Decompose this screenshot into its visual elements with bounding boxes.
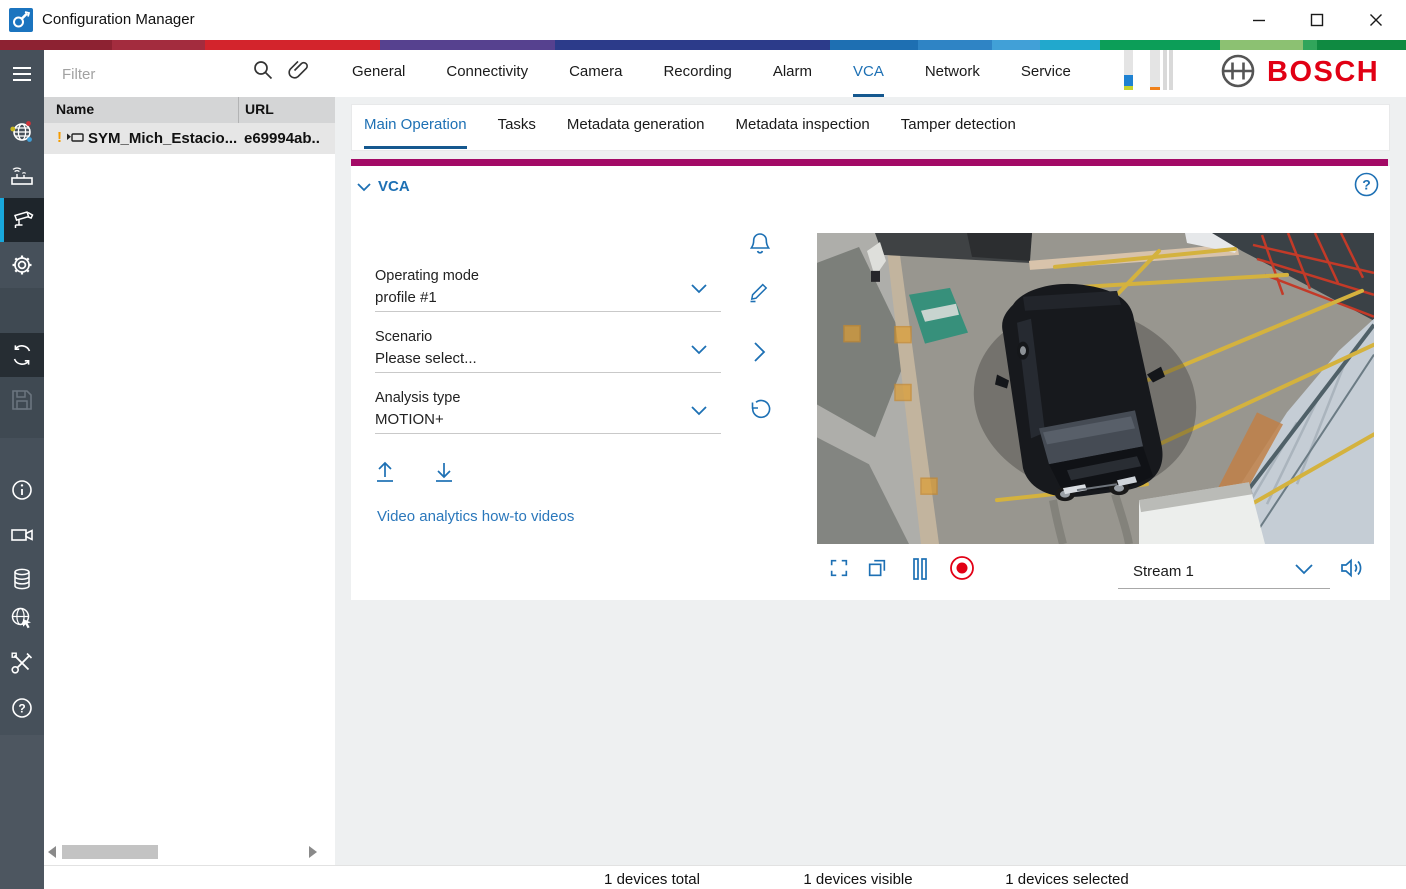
scenario-select[interactable]: Scenario Please select... [375,329,721,373]
status-devices-visible: 1 devices visible [803,871,912,888]
vca-subtabs: Main Operation Tasks Metadata generation… [364,104,1047,149]
web-icon[interactable] [0,596,44,640]
analysis-type-value: MOTION+ [375,411,721,428]
column-header-url[interactable]: URL [245,101,274,117]
column-header-name[interactable]: Name [56,101,94,117]
bosch-wordmark: BOSCH [1267,56,1379,89]
edit-icon[interactable] [748,280,772,304]
operating-mode-select[interactable]: Operating mode profile #1 [375,268,721,312]
device-name: SYM_Mich_Estacio... [88,130,237,147]
operating-mode-label: Operating mode [375,268,721,284]
help-icon[interactable]: ? [1353,171,1380,198]
field-underline [375,372,721,373]
svg-text:?: ? [18,702,25,716]
info-icon[interactable] [0,468,44,512]
refresh-icon[interactable] [0,333,44,377]
filter-input[interactable] [60,61,239,87]
subtab-metadata-inspection[interactable]: Metadata inspection [736,104,870,149]
speaker-icon[interactable] [1338,555,1366,581]
network-meter [1150,50,1160,90]
device-camera-icon [66,131,84,145]
subtab-tasks[interactable]: Tasks [498,104,536,149]
arrow-right-icon[interactable] [750,340,770,364]
tab-general[interactable]: General [352,50,405,97]
main-tabs: General Connectivity Camera Recording Al… [352,50,1112,97]
tab-recording[interactable]: Recording [663,50,731,97]
scroll-right-icon[interactable] [309,846,317,858]
title-bar [0,0,1406,40]
download-icon[interactable] [433,459,455,483]
bell-icon[interactable] [748,231,772,258]
duplicate-icon[interactable] [866,557,888,579]
stream-select[interactable]: Stream 1 [1133,563,1194,580]
tools-icon[interactable] [0,641,44,685]
column-divider[interactable] [238,97,239,123]
status-bar [44,865,1406,889]
device-icon[interactable] [0,154,44,198]
device-panel [44,50,336,865]
tab-camera[interactable]: Camera [569,50,622,97]
configuration-manager-window: Configuration Manager [0,0,1406,889]
window-title: Configuration Manager [42,11,195,28]
menu-icon[interactable] [0,52,44,96]
device-url: e69994ab.. [244,130,320,147]
search-icon[interactable] [250,57,276,83]
pause-icon[interactable] [909,557,931,581]
scroll-left-icon[interactable] [48,846,56,858]
network-scan-icon[interactable] [0,110,44,154]
chevron-down-icon[interactable] [689,343,709,357]
stream-chevron-icon[interactable] [1293,562,1315,578]
horizontal-scrollbar[interactable] [62,845,158,859]
undo-icon[interactable] [748,398,772,422]
maximize-button[interactable] [1295,8,1339,32]
save-icon [0,378,44,422]
stream-underline [1118,588,1330,589]
gear-icon[interactable] [0,243,44,287]
record-icon[interactable] [948,554,976,582]
tab-connectivity[interactable]: Connectivity [446,50,528,97]
help-rail-icon[interactable]: ? [0,686,44,730]
field-underline [375,433,721,434]
analysis-type-select[interactable]: Analysis type MOTION+ [375,390,721,434]
tab-network[interactable]: Network [925,50,980,97]
bosch-supergraphic-stripe [0,40,1406,50]
vca-section-title[interactable]: VCA [378,178,410,195]
subtab-main-operation[interactable]: Main Operation [364,104,467,149]
camcorder-icon[interactable] [0,513,44,557]
camera-icon[interactable] [0,198,44,242]
video-preview[interactable] [817,233,1374,544]
subtab-tamper-detection[interactable]: Tamper detection [901,104,1016,149]
collapse-chevron-icon[interactable] [356,181,372,193]
paperclip-icon[interactable] [286,57,312,83]
chevron-down-icon[interactable] [689,282,709,296]
status-devices-total: 1 devices total [604,871,700,888]
upload-icon[interactable] [374,459,396,483]
device-alert-icon: ! [57,129,62,146]
meter-bar [1163,50,1167,90]
analysis-type-label: Analysis type [375,390,721,406]
field-underline [375,311,721,312]
scenario-value: Please select... [375,350,721,367]
app-logo-icon [9,8,33,32]
chevron-down-icon[interactable] [689,404,709,418]
database-icon[interactable] [0,557,44,601]
svg-text:?: ? [1362,177,1371,193]
rail-bottom-section [0,735,44,889]
operating-mode-value: profile #1 [375,289,721,306]
howto-videos-link[interactable]: Video analytics how-to videos [377,508,574,525]
meter-bar [1169,50,1173,90]
tab-service[interactable]: Service [1021,50,1071,97]
scenario-label: Scenario [375,329,721,345]
magenta-accent-bar [351,159,1388,166]
cpu-meter [1124,50,1133,90]
tab-vca[interactable]: VCA [853,50,884,97]
tab-alarm[interactable]: Alarm [773,50,812,97]
fullscreen-icon[interactable] [828,557,850,579]
bosch-symbol-icon [1220,53,1256,89]
status-devices-selected: 1 devices selected [1005,871,1128,888]
subtab-metadata-generation[interactable]: Metadata generation [567,104,705,149]
close-button[interactable] [1354,8,1398,32]
minimize-button[interactable] [1237,8,1281,32]
